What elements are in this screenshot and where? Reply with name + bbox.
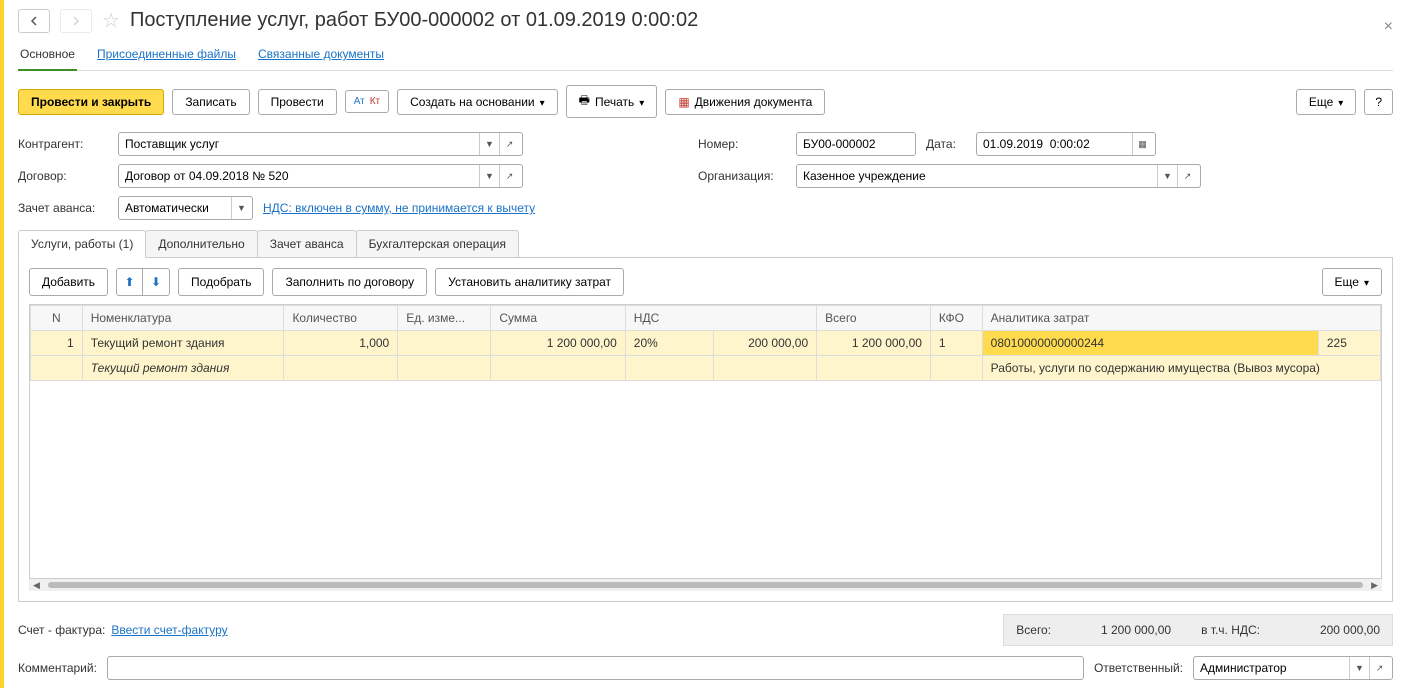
open-icon[interactable]: ↗ xyxy=(499,165,519,187)
col-total[interactable]: Всего xyxy=(817,306,931,331)
comment-label: Комментарий: xyxy=(18,661,97,675)
col-qty[interactable]: Количество xyxy=(284,306,398,331)
counterparty-input[interactable]: ▼ ↗ xyxy=(118,132,523,156)
tab-additional[interactable]: Дополнительно xyxy=(145,230,257,257)
tab-accounting[interactable]: Бухгалтерская операция xyxy=(356,230,519,257)
date-label: Дата: xyxy=(926,137,966,151)
close-icon[interactable]: × xyxy=(1384,18,1393,36)
counterparty-label: Контрагент: xyxy=(18,137,108,151)
calendar-icon[interactable]: ▦ xyxy=(1132,133,1152,155)
responsible-input[interactable]: ▼ ↗ xyxy=(1193,656,1393,680)
page-title: Поступление услуг, работ БУ00-000002 от … xyxy=(130,9,698,32)
col-n[interactable]: N xyxy=(31,306,83,331)
open-icon[interactable]: ↗ xyxy=(1369,657,1389,679)
move-down-button[interactable]: ⬇ xyxy=(143,269,169,295)
movements-button[interactable]: ▦ Движения документа xyxy=(665,89,825,115)
table-row[interactable]: 1 Текущий ремонт здания 1,000 1 200 000,… xyxy=(31,331,1381,356)
debit-credit-button[interactable]: АтКт xyxy=(345,90,389,113)
print-button[interactable]: 🖶 Печать xyxy=(566,85,658,118)
org-label: Организация: xyxy=(698,169,786,183)
add-row-button[interactable]: Добавить xyxy=(29,268,108,296)
contract-input[interactable]: ▼ ↗ xyxy=(118,164,523,188)
dropdown-icon[interactable]: ▼ xyxy=(1157,165,1177,187)
post-button[interactable]: Провести xyxy=(258,89,337,115)
services-table[interactable]: N Номенклатура Количество Ед. изме... Су… xyxy=(30,305,1381,381)
dropdown-icon[interactable]: ▼ xyxy=(231,197,251,219)
date-input[interactable]: ▦ xyxy=(976,132,1156,156)
dropdown-icon[interactable]: ▼ xyxy=(479,133,499,155)
col-kfo[interactable]: КФО xyxy=(930,306,982,331)
create-based-button[interactable]: Создать на основании xyxy=(397,89,558,115)
totals-box: Всего: 1 200 000,00 в т.ч. НДС: 200 000,… xyxy=(1003,614,1393,646)
horizontal-scrollbar[interactable]: ◀ ▶ xyxy=(29,579,1382,591)
table-more-button[interactable]: Еще xyxy=(1322,268,1382,296)
favorite-star-icon[interactable]: ☆ xyxy=(102,8,120,33)
printer-icon: 🖶 xyxy=(579,91,590,112)
total-sum: 1 200 000,00 xyxy=(1081,623,1171,637)
enter-invoice-link[interactable]: Ввести счет-фактуру xyxy=(111,623,227,637)
col-analytics[interactable]: Аналитика затрат xyxy=(982,306,1380,331)
dropdown-icon[interactable]: ▼ xyxy=(1349,657,1369,679)
col-unit[interactable]: Ед. изме... xyxy=(398,306,491,331)
save-button[interactable]: Записать xyxy=(172,89,249,115)
vat-settings-link[interactable]: НДС: включен в сумму, не принимается к в… xyxy=(263,201,535,215)
responsible-label: Ответственный: xyxy=(1094,661,1183,675)
open-icon[interactable]: ↗ xyxy=(499,133,519,155)
post-and-close-button[interactable]: Провести и закрыть xyxy=(18,89,164,115)
number-label: Номер: xyxy=(698,137,786,151)
tab-services[interactable]: Услуги, работы (1) xyxy=(18,230,146,258)
pick-button[interactable]: Подобрать xyxy=(178,268,264,296)
org-input[interactable]: ▼ ↗ xyxy=(796,164,1201,188)
set-analytics-button[interactable]: Установить аналитику затрат xyxy=(435,268,624,296)
total-vat: 200 000,00 xyxy=(1290,623,1380,637)
nav-main[interactable]: Основное xyxy=(18,41,77,71)
report-icon: ▦ xyxy=(678,95,689,109)
open-icon[interactable]: ↗ xyxy=(1177,165,1197,187)
move-up-button[interactable]: ⬆ xyxy=(117,269,143,295)
dropdown-icon[interactable]: ▼ xyxy=(479,165,499,187)
more-button[interactable]: Еще xyxy=(1296,89,1356,115)
nav-forward-button[interactable] xyxy=(60,9,92,33)
number-input[interactable] xyxy=(796,132,916,156)
col-vat[interactable]: НДС xyxy=(625,306,816,331)
nav-back-button[interactable] xyxy=(18,9,50,33)
help-button[interactable]: ? xyxy=(1364,89,1393,115)
col-sum[interactable]: Сумма xyxy=(491,306,625,331)
nav-files[interactable]: Присоединенные файлы xyxy=(95,41,238,70)
table-row[interactable]: Текущий ремонт здания Работы, услуги по … xyxy=(31,356,1381,381)
comment-input[interactable] xyxy=(107,656,1084,680)
nav-related[interactable]: Связанные документы xyxy=(256,41,386,70)
contract-label: Договор: xyxy=(18,169,108,183)
invoice-label: Счет - фактура: xyxy=(18,623,105,637)
fill-contract-button[interactable]: Заполнить по договору xyxy=(272,268,427,296)
col-nomenclature[interactable]: Номенклатура xyxy=(82,306,284,331)
tab-advance[interactable]: Зачет аванса xyxy=(257,230,357,257)
advance-label: Зачет аванса: xyxy=(18,201,108,215)
analytics-code-cell[interactable]: 08010000000000244 xyxy=(982,331,1318,356)
advance-select[interactable]: ▼ xyxy=(118,196,253,220)
